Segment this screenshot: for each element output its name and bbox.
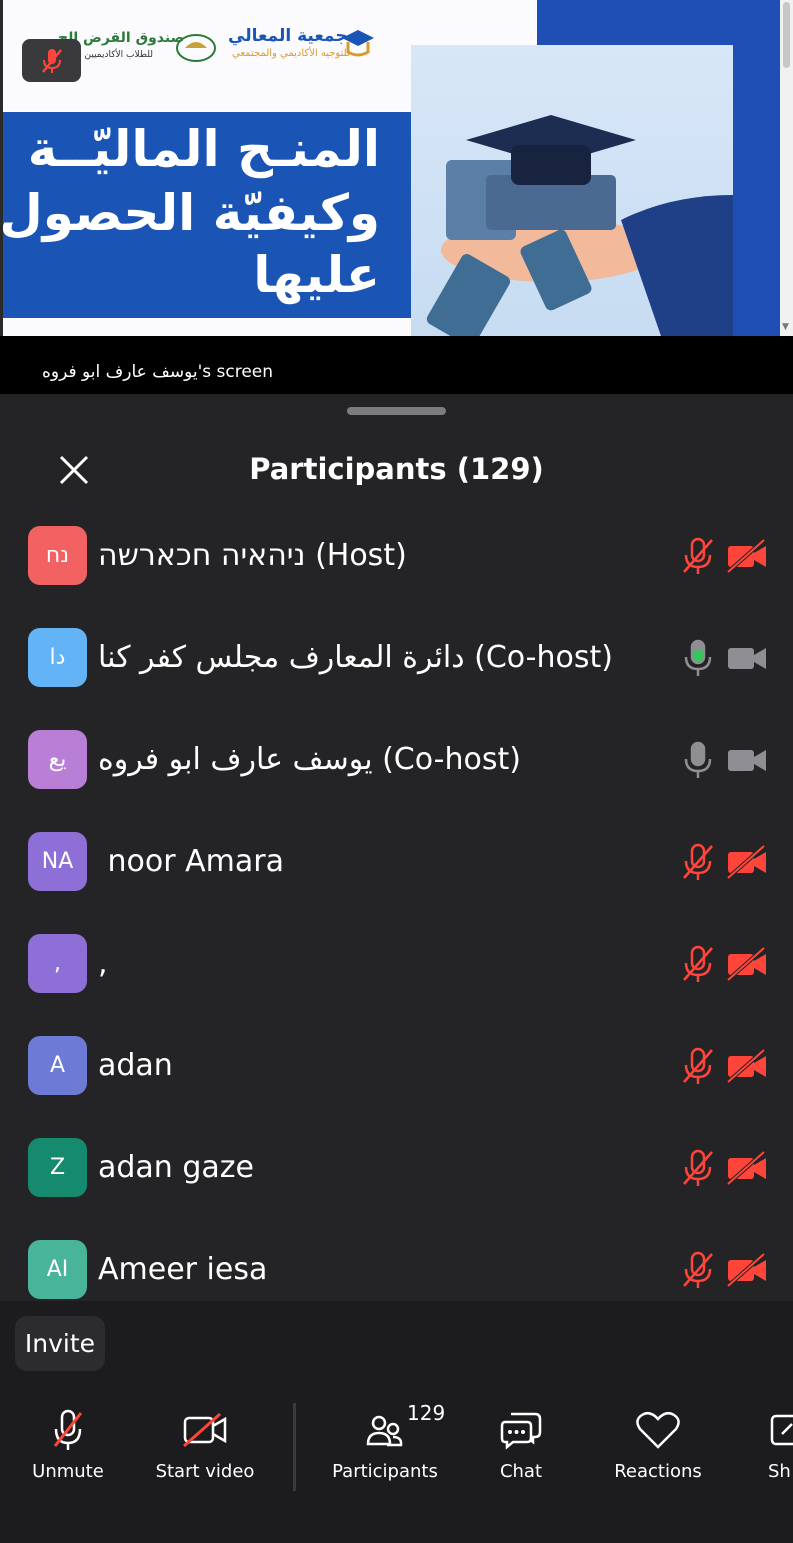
share-button[interactable]: Sh [762,1405,793,1495]
invite-button[interactable]: Invite [15,1316,105,1371]
participants-count-badge: 129 [407,1401,446,1425]
mic-muted-icon[interactable] [680,1250,716,1290]
chat-label: Chat [499,1461,543,1482]
participants-label: Participants [332,1461,438,1482]
video-icon[interactable] [726,742,768,778]
participants-title: Participants (129) [249,452,544,486]
participant-row[interactable]: ,, [0,934,793,994]
sharer-screen-label: يوسف عارف ابو فروه's screen [42,362,274,382]
share-label: Sh [768,1461,791,1482]
participant-row[interactable]: Zadan gaze [0,1138,793,1198]
avatar: Z [28,1138,87,1197]
slide-scrollbar-thumb[interactable] [783,2,790,68]
avatar: دا [28,628,87,687]
sharer-muted-badge [22,39,81,82]
mic-muted-icon[interactable] [680,944,716,984]
participant-row[interactable]: AI Ameer iesa [0,1240,793,1300]
video-off-icon[interactable] [726,946,768,982]
chat-button[interactable]: Chat [488,1405,554,1495]
slide-footer-strip [3,318,411,336]
sheet-grabber-handle[interactable] [347,407,446,415]
avatar: يع [28,730,87,789]
participant-name: adan [98,1048,173,1083]
participant-name: Ameer iesa [98,1252,268,1287]
org-name: جمعية المعالي [228,26,348,46]
avatar: NA [28,832,87,891]
video-off-icon[interactable] [726,1252,768,1288]
start-video-label: Start video [155,1461,255,1482]
video-icon[interactable] [726,640,768,676]
heart-icon [633,1405,683,1455]
mic-muted-icon[interactable] [680,1046,716,1086]
participant-name: adan gaze [98,1150,254,1185]
participant-name: noor Amara [98,844,284,879]
scroll-down-arrow-icon[interactable]: ▼ [782,322,789,332]
slide-headline-line-1: المنـح الماليّــة [27,120,380,178]
start-video-button[interactable]: Start video [150,1405,260,1495]
mic-icon[interactable] [680,740,716,780]
mic-muted-icon[interactable] [680,536,716,576]
slide-headline-line-3: عليها [253,246,380,304]
mic-icon[interactable] [680,638,716,678]
avatar: נח [28,526,87,585]
video-off-icon [180,1405,230,1455]
video-off-icon[interactable] [726,844,768,880]
chat-icon [496,1405,546,1455]
shared-screen: المنـح الماليّــة وكيفيّة الحصول عليها ج… [0,0,793,336]
participants-icon [360,1405,410,1455]
participant-name: يوسف عارف ابو فروه (Co-host) [98,742,521,777]
share-icon [762,1405,793,1455]
participant-row[interactable]: يع يوسف عارف ابو فروه (Co-host) [0,730,793,790]
mic-muted-icon[interactable] [680,1148,716,1188]
unmute-label: Unmute [32,1461,104,1482]
mic-muted-icon[interactable] [680,842,716,882]
unmute-button[interactable]: Unmute [28,1405,108,1495]
avatar: A [28,1036,87,1095]
toolbar-divider [293,1403,296,1491]
slide-headline-line-2: وكيفيّة الحصول [0,184,380,242]
mic-muted-icon [43,1405,93,1455]
video-off-icon[interactable] [726,1048,768,1084]
org-subtitle: للتوجيه الأكاديمي والمجتمعي [232,48,350,59]
participant-row[interactable]: NA noor Amara [0,832,793,892]
participant-name: ניהאיה חכארשה (Host) [98,538,407,573]
video-off-icon[interactable] [726,1150,768,1186]
participant-name: , [98,946,108,981]
video-off-icon[interactable] [726,538,768,574]
participant-row[interactable]: נח ניהאיה חכארשה (Host) [0,526,793,586]
reactions-label: Reactions [614,1461,702,1482]
avatar: AI [28,1240,87,1299]
reactions-button[interactable]: Reactions [606,1405,710,1495]
avatar: , [28,934,87,993]
participant-row[interactable]: Aadan [0,1036,793,1096]
mic-muted-icon [41,48,62,73]
graduation-cap-illustration [411,45,733,336]
participant-row[interactable]: دا دائرة المعارف مجلس كفر كنا (Co-host) [0,628,793,688]
participant-name: دائرة المعارف مجلس كفر كنا (Co-host) [98,640,613,675]
